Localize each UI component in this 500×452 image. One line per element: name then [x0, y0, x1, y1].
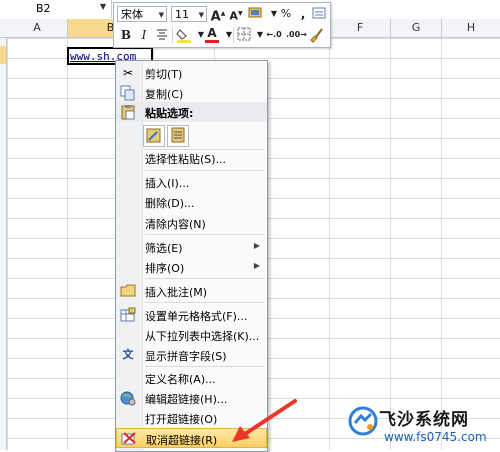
submenu-arrow-icon: ▶ — [253, 241, 260, 250]
menu-separator — [145, 278, 264, 279]
comma-style-button[interactable]: , — [295, 6, 311, 22]
clipboard-icon — [120, 104, 136, 123]
font-color-button[interactable]: A — [204, 25, 220, 43]
scissors-icon: ✂ — [122, 66, 134, 80]
chevron-down-icon[interactable]: ▼ — [199, 7, 204, 23]
menu-item-delete[interactable]: 删除(D)... — [116, 192, 267, 212]
borders-icon[interactable] — [236, 27, 252, 43]
menu-item-insert-comment[interactable]: 插入批注(M) — [116, 281, 267, 301]
menu-item-sort[interactable]: 排序(O) ▶ — [116, 257, 267, 277]
menu-item-cut[interactable]: ✂ 剪切(T) — [116, 63, 267, 83]
globe-link-icon — [120, 390, 136, 406]
name-box[interactable]: B2 ▼ — [0, 0, 112, 18]
watermark: 飞沙系统网 www.fs0745.com — [346, 402, 500, 450]
percent-button[interactable]: % — [278, 6, 294, 22]
menu-item-show-phonetic[interactable]: 文 显示拼音字段(S) — [116, 345, 267, 365]
grid-line — [67, 38, 68, 450]
decrease-decimal-icon[interactable]: .00→ — [286, 27, 307, 43]
menu-item-format-cells[interactable]: 设置单元格格式(F)... — [116, 305, 267, 325]
menu-item-insert[interactable]: 插入(I)... — [116, 172, 267, 192]
font-size-value: 11 — [175, 8, 189, 21]
shrink-font-button[interactable]: A▼ — [228, 6, 244, 23]
column-a-header[interactable]: A — [7, 19, 68, 37]
chevron-down-icon[interactable]: ▼ — [159, 7, 164, 23]
menu-separator — [145, 234, 264, 235]
menu-item-define-name[interactable]: 定义名称(A)... — [116, 368, 267, 388]
menu-item-filter[interactable]: 筛选(E) ▶ — [116, 237, 267, 257]
increase-decimal-icon[interactable]: ←.0 — [266, 27, 282, 43]
row-2-header[interactable] — [0, 46, 6, 64]
font-size-select[interactable]: 11 ▼ — [171, 6, 207, 22]
fill-color-icon[interactable] — [176, 27, 192, 43]
mini-toolbar: 宋体 ▼ 11 ▼ A▲ A▼ ▼ % , B I ▼ A ▼ ▼ ←.0 .0… — [113, 2, 331, 48]
separator — [172, 27, 173, 43]
separator — [233, 27, 234, 43]
font-name-value: 宋体 — [121, 8, 143, 21]
watermark-title: 飞沙系统网 — [379, 410, 469, 430]
format-painter-icon[interactable] — [311, 6, 327, 22]
paste-icon[interactable] — [143, 125, 165, 147]
submenu-arrow-icon: ▶ — [253, 261, 260, 270]
row-header — [0, 38, 7, 450]
chevron-down-icon[interactable]: ▼ — [100, 2, 106, 11]
center-align-icon[interactable] — [154, 27, 170, 43]
font-name-select[interactable]: 宋体 ▼ — [117, 6, 167, 22]
brush-icon[interactable] — [308, 27, 324, 43]
currency-icon — [248, 7, 262, 18]
annotation-arrow — [232, 399, 297, 442]
grid-line — [329, 38, 330, 450]
grid-line — [441, 38, 442, 450]
menu-separator — [145, 170, 264, 171]
menu-item-paste-special[interactable]: 选择性粘贴(S)... — [116, 148, 267, 168]
paste-values-icon[interactable] — [167, 125, 189, 147]
phonetic-icon: 文 — [122, 348, 134, 361]
accounting-format-button[interactable] — [248, 6, 264, 22]
grow-font-button[interactable]: A▲ — [210, 6, 226, 24]
column-g-header[interactable]: G — [391, 19, 442, 37]
remove-link-icon — [121, 431, 137, 447]
grid-line — [390, 38, 391, 450]
comment-icon — [120, 283, 136, 299]
menu-item-pick-from-list[interactable]: 从下拉列表中选择(K)... — [116, 325, 267, 345]
format-cells-icon — [120, 307, 136, 323]
menu-separator — [145, 366, 264, 367]
watermark-logo-icon — [348, 406, 378, 436]
menu-item-copy[interactable]: 复制(C) — [116, 83, 267, 103]
menu-item-clear-contents[interactable]: 清除内容(N) — [116, 213, 267, 233]
column-h-header[interactable]: H — [442, 19, 500, 37]
column-f-header[interactable]: F — [330, 19, 391, 37]
chevron-down-icon[interactable]: ▼ — [221, 27, 237, 43]
menu-separator — [145, 302, 264, 303]
watermark-url: www.fs0745.com — [384, 430, 487, 444]
italic-button[interactable]: I — [136, 27, 152, 43]
context-menu: ✂ 剪切(T) 复制(C) 粘贴选项: 选择性粘贴(S)... 插入(I)...… — [115, 60, 268, 452]
bold-button[interactable]: B — [118, 27, 134, 43]
copy-icon — [120, 85, 136, 101]
name-box-value: B2 — [36, 2, 51, 15]
paste-options-header: 粘贴选项: — [116, 102, 267, 122]
